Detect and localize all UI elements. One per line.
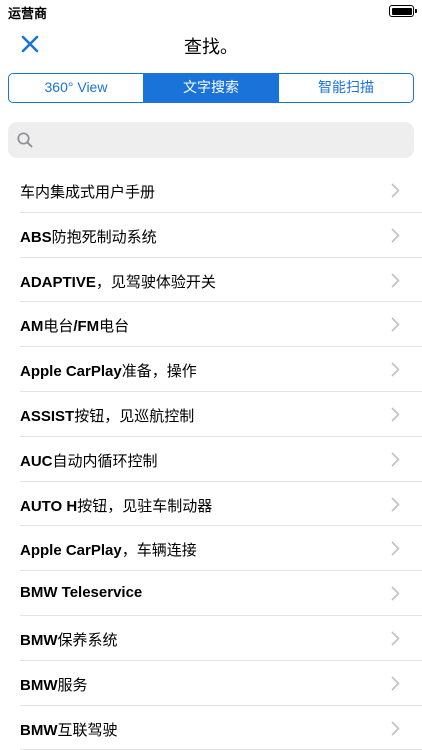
list-item-keyword: ADAPTIVE bbox=[20, 273, 96, 291]
list-item-text: 电台 bbox=[43, 318, 74, 336]
chevron-right-icon bbox=[391, 497, 400, 511]
list-item-label: ASSIST按钮，见巡航控制 bbox=[20, 405, 194, 426]
list-item[interactable]: ABS防抱死制动系统 bbox=[0, 213, 422, 258]
list-item[interactable]: ASSIST按钮，见巡航控制 bbox=[0, 392, 422, 437]
chevron-right-icon bbox=[391, 676, 400, 691]
list-item-keyword: ABS bbox=[20, 228, 52, 246]
index-list: 车内集成式用户手册 ABS防抱死制动系统 ADAPTIVE，见驾驶体验开关 AM电台/… bbox=[0, 168, 422, 750]
list-item[interactable]: BMW服务 bbox=[0, 661, 422, 706]
chevron-right-icon bbox=[391, 631, 400, 646]
list-item-label: ABS防抱死制动系统 bbox=[20, 226, 157, 247]
chevron-right-icon bbox=[391, 452, 400, 467]
segment-smart-scan[interactable]: 智能扫描 bbox=[279, 74, 413, 102]
segmented-control: 360° View 文字搜索 智能扫描 bbox=[8, 73, 414, 103]
status-bar: 运营商 bbox=[0, 0, 422, 22]
list-item-text: 自动内循环控制 bbox=[52, 452, 158, 470]
chevron-right-icon bbox=[391, 362, 400, 377]
list-item-label: BMW服务 bbox=[20, 674, 88, 695]
chevron-right-icon bbox=[391, 721, 400, 735]
list-item[interactable]: ADAPTIVE，见驾驶体验开关 bbox=[0, 258, 422, 303]
segment-360-view[interactable]: 360° View bbox=[9, 74, 144, 102]
list-item-text: 服务 bbox=[57, 676, 88, 694]
search-bar bbox=[8, 122, 414, 158]
list-item-keyword: Apple CarPlay bbox=[20, 542, 122, 560]
list-item-label: BMW保养系统 bbox=[20, 629, 118, 650]
chevron-right-icon bbox=[391, 586, 400, 601]
list-item-label: AUC自动内循环控制 bbox=[20, 450, 158, 471]
list-item-text: ，见驾驶体验开关 bbox=[95, 273, 216, 291]
list-item[interactable]: Apple CarPlay，车辆连接 bbox=[0, 526, 422, 571]
search-input[interactable] bbox=[40, 122, 406, 158]
navigation-bar: 查找。 bbox=[0, 22, 422, 66]
list-item-text: 防抱死制动系统 bbox=[51, 228, 157, 246]
list-item-label: ADAPTIVE，见驾驶体验开关 bbox=[20, 271, 216, 292]
list-item-keyword: BMW bbox=[20, 721, 58, 739]
list-item-keyword: AM bbox=[20, 318, 44, 336]
list-item-text: 互联驾驶 bbox=[57, 721, 118, 739]
chevron-right-icon bbox=[391, 273, 400, 287]
list-item[interactable]: AUTO H按钮，见驻车制动器 bbox=[0, 482, 422, 527]
list-item-label: 车内集成式用户手册 bbox=[20, 181, 155, 202]
list-item-keyword: BMW bbox=[20, 631, 58, 649]
list-item-keyword: BMW bbox=[20, 676, 58, 694]
list-item-text: 按钮，见巡航控制 bbox=[74, 407, 195, 425]
list-item-label: BMW Teleservice bbox=[20, 584, 142, 601]
chevron-right-icon bbox=[391, 183, 400, 198]
battery-icon bbox=[389, 5, 417, 17]
search-icon bbox=[17, 132, 33, 148]
list-item-text: 保养系统 bbox=[57, 631, 118, 649]
chevron-right-icon bbox=[391, 407, 400, 422]
chevron-right-icon bbox=[391, 317, 400, 332]
chevron-right-icon bbox=[391, 541, 400, 556]
segment-text-search[interactable]: 文字搜索 bbox=[144, 74, 279, 102]
chevron-right-icon bbox=[391, 228, 400, 243]
list-item[interactable]: AM电台/FM电台 bbox=[0, 302, 422, 347]
page-title: 查找。 bbox=[184, 37, 238, 57]
list-item-text: ，车辆连接 bbox=[121, 542, 197, 560]
list-item[interactable]: Apple CarPlay准备，操作 bbox=[0, 347, 422, 392]
list-item-keyword: ASSIST bbox=[20, 407, 75, 425]
list-item-label: BMW互联驾驶 bbox=[20, 719, 118, 740]
list-item-keyword: BMW Teleservice bbox=[20, 584, 143, 602]
list-item[interactable]: BMW互联驾驶 bbox=[0, 706, 422, 750]
list-item-keyword: AUTO H bbox=[20, 497, 78, 515]
list-item[interactable]: BMW Teleservice bbox=[0, 571, 422, 616]
list-item-label: Apple CarPlay准备，操作 bbox=[20, 360, 197, 381]
list-item[interactable]: AUC自动内循环控制 bbox=[0, 437, 422, 482]
list-item-keyword: Apple CarPlay bbox=[20, 363, 122, 381]
list-item-text: 准备，操作 bbox=[121, 363, 197, 381]
list-item-text: 电台 bbox=[99, 318, 130, 336]
list-item-keyword: /FM bbox=[73, 318, 100, 336]
list-item[interactable]: 车内集成式用户手册 bbox=[0, 168, 422, 213]
list-item-label: Apple CarPlay，车辆连接 bbox=[20, 539, 197, 560]
list-item[interactable]: BMW保养系统 bbox=[0, 616, 422, 661]
list-item-keyword: AUC bbox=[20, 452, 53, 470]
carrier-label: 运营商 bbox=[8, 6, 48, 21]
list-item-label: AUTO H按钮，见驻车制动器 bbox=[20, 495, 212, 516]
list-item-text: 车内集成式用户手册 bbox=[20, 184, 156, 201]
list-item-label: AM电台/FM电台 bbox=[20, 315, 129, 336]
list-item-text: 按钮，见驻车制动器 bbox=[77, 497, 213, 515]
